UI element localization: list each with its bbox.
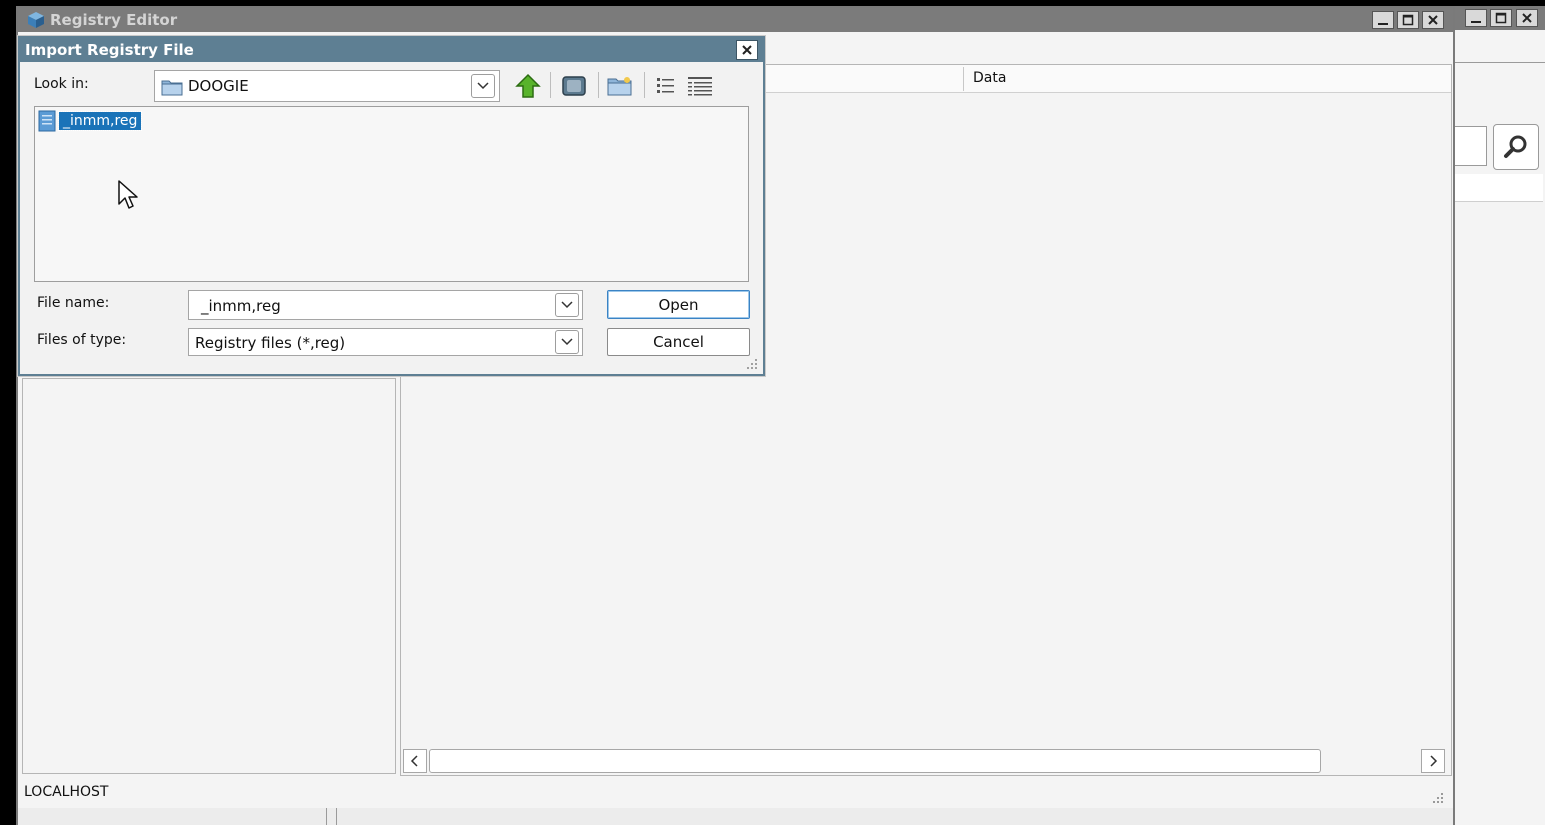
new-folder-button[interactable]: [606, 72, 634, 100]
new-folder-icon: [607, 77, 632, 96]
files-of-type-label: Files of type:: [37, 332, 127, 348]
secondary-window-titlebar[interactable]: [1455, 6, 1545, 30]
close-icon: [742, 45, 752, 55]
chevron-down-icon: [477, 82, 489, 90]
chevron-down-icon: [561, 301, 573, 309]
look-in-combo[interactable]: DOOGIE: [154, 70, 500, 102]
registry-tree-pane[interactable]: [22, 378, 396, 774]
files-of-type-dropdown-button[interactable]: [555, 330, 579, 354]
files-of-type-value: Registry files (*,reg): [195, 334, 346, 352]
file-name-value[interactable]: _inmm,reg: [201, 297, 281, 315]
maximize-icon: [1402, 14, 1414, 26]
scroll-right-button[interactable]: [1421, 749, 1445, 773]
panel-divider: [326, 808, 327, 825]
side-list-row[interactable]: [1455, 174, 1543, 202]
dialog-close-button[interactable]: [736, 40, 758, 60]
registry-editor-titlebar[interactable]: Registry Editor: [18, 8, 1453, 32]
open-button[interactable]: Open: [607, 290, 750, 319]
chevron-right-icon: [1430, 755, 1438, 767]
panel-divider: [336, 808, 337, 825]
folder-icon: [161, 78, 183, 100]
toolbar-separator: [550, 72, 551, 98]
desktop-button[interactable]: [560, 72, 588, 100]
close-icon: [1522, 13, 1532, 23]
registry-app-icon: [26, 11, 46, 33]
desktop-icon: [562, 76, 586, 96]
up-one-level-button[interactable]: [514, 72, 542, 100]
reg-file-icon: [37, 110, 57, 132]
chevron-left-icon: [410, 755, 418, 767]
dialog-titlebar[interactable]: Import Registry File: [20, 38, 763, 62]
file-name-label: File name:: [37, 295, 110, 311]
close-button[interactable]: [1422, 11, 1444, 29]
file-list[interactable]: _inmm,reg: [34, 106, 749, 282]
bottom-panel-strip: [18, 808, 1453, 825]
resize-grip-icon[interactable]: [1432, 792, 1444, 808]
toolbar-separator: [598, 72, 599, 98]
scroll-left-button[interactable]: [403, 749, 427, 773]
toolbar-separator: [644, 72, 645, 98]
file-name-dropdown-button[interactable]: [555, 293, 579, 317]
minimize-button[interactable]: [1372, 11, 1394, 29]
up-arrow-icon: [515, 73, 541, 98]
search-button[interactable]: [1493, 124, 1539, 170]
minimize-icon: [1471, 21, 1481, 23]
horizontal-scrollbar[interactable]: [403, 749, 1449, 775]
file-name-combo[interactable]: _inmm,reg: [188, 290, 583, 320]
look-in-dropdown-button[interactable]: [471, 74, 495, 98]
details-view-button[interactable]: [686, 72, 714, 100]
look-in-label: Look in:: [34, 76, 89, 92]
secondary-window: [1455, 6, 1545, 825]
list-view-icon: [657, 78, 674, 93]
column-header-data[interactable]: Data: [973, 70, 1006, 86]
search-icon: [1504, 135, 1527, 158]
maximize-button[interactable]: [1397, 11, 1419, 29]
details-view-icon: [688, 77, 712, 96]
look-in-value: DOOGIE: [188, 77, 249, 95]
files-of-type-combo[interactable]: Registry files (*,reg): [188, 328, 583, 356]
window-title: Registry Editor: [50, 11, 178, 29]
search-input[interactable]: [1455, 126, 1487, 166]
column-divider[interactable]: [963, 67, 964, 91]
dialog-title: Import Registry File: [25, 41, 194, 59]
scrollbar-thumb[interactable]: [429, 749, 1321, 773]
list-view-button[interactable]: [652, 72, 680, 100]
secondary-minimize-button[interactable]: [1465, 9, 1487, 27]
chevron-down-icon: [561, 338, 573, 346]
dialog-resize-grip-icon[interactable]: [746, 358, 758, 374]
cancel-button[interactable]: Cancel: [607, 328, 750, 356]
status-bar: LOCALHOST: [18, 780, 1453, 808]
mouse-cursor-icon: [118, 180, 140, 214]
file-name-label[interactable]: _inmm,reg: [57, 111, 143, 131]
close-icon: [1428, 15, 1438, 25]
minimize-icon: [1378, 23, 1388, 25]
secondary-close-button[interactable]: [1516, 9, 1538, 27]
toolbar-separator: [1455, 62, 1545, 63]
secondary-maximize-button[interactable]: [1490, 9, 1512, 27]
file-list-item[interactable]: _inmm,reg: [37, 109, 143, 133]
maximize-icon: [1495, 12, 1507, 24]
status-host-text: LOCALHOST: [24, 784, 109, 800]
